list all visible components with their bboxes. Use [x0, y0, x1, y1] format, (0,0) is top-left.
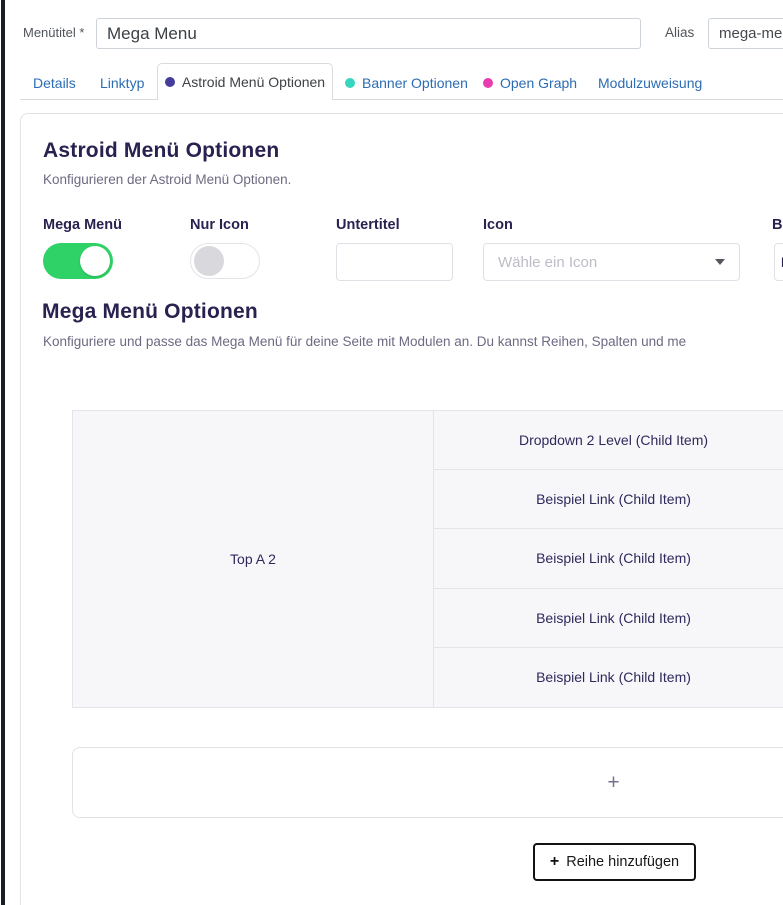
tab-open-graph[interactable]: Open Graph	[483, 75, 577, 91]
section-description-astroid-options: Konfigurieren der Astroid Menü Optionen.	[43, 172, 291, 187]
menu-title-input[interactable]	[96, 18, 641, 49]
tab-astroid-label: Astroid Menü Optionen	[182, 74, 325, 90]
section-title-astroid-options: Astroid Menü Optionen	[43, 139, 279, 163]
subtitle-field-label: Untertitel	[336, 217, 400, 233]
builder-child-item[interactable]: Beispiel Link (Child Item)	[434, 470, 783, 529]
mega-menu-toggle[interactable]	[43, 243, 113, 279]
icon-select[interactable]: Wähle ein Icon	[483, 243, 740, 281]
builder-child-item[interactable]: Beispiel Link (Child Item)	[434, 648, 783, 707]
builder-children-list: Dropdown 2 Level (Child Item) Beispiel L…	[434, 411, 783, 707]
toggle-knob	[194, 246, 224, 276]
builder-parent-label: Top A 2	[230, 551, 276, 567]
subtitle-input[interactable]	[336, 243, 453, 281]
builder-child-item[interactable]: Beispiel Link (Child Item)	[434, 589, 783, 648]
section-title-mega-menu-options: Mega Menü Optionen	[42, 300, 258, 324]
section-description-mega-menu-options: Konfiguriere und passe das Mega Menü für…	[43, 334, 686, 349]
tab-opengraph-label: Open Graph	[500, 75, 577, 91]
icon-only-toggle[interactable]	[190, 243, 260, 279]
badge-field-label: B	[772, 217, 782, 233]
mega-menu-builder-row: Top A 2 Dropdown 2 Level (Child Item) Be…	[72, 410, 783, 708]
builder-child-item[interactable]: Dropdown 2 Level (Child Item)	[434, 411, 783, 470]
tab-banner-label: Banner Optionen	[362, 75, 468, 91]
menu-item-edit-screen: Menütitel * Alias Details Linktyp Astroi…	[0, 0, 783, 905]
banner-tab-dot-icon	[345, 78, 355, 88]
chevron-down-icon	[715, 259, 725, 265]
tab-linktyp[interactable]: Linktyp	[100, 75, 144, 91]
toggle-knob	[80, 246, 110, 276]
tab-details[interactable]: Details	[33, 75, 76, 91]
add-column-dropzone[interactable]: +	[72, 747, 783, 818]
tab-astroid-menu-options[interactable]: Astroid Menü Optionen	[157, 63, 333, 100]
builder-parent-item[interactable]: Top A 2	[73, 411, 433, 707]
tab-banner-options[interactable]: Banner Optionen	[345, 75, 468, 91]
icon-only-toggle-label: Nur Icon	[190, 217, 249, 233]
add-row-button[interactable]: + Reihe hinzufügen	[533, 843, 696, 881]
tab-bar-divider	[20, 99, 783, 100]
plus-icon: +	[550, 853, 559, 871]
admin-sidebar-edge	[1, 0, 5, 905]
icon-select-placeholder: Wähle ein Icon	[484, 254, 715, 271]
add-row-button-label: Reihe hinzufügen	[566, 854, 679, 870]
mega-menu-toggle-label: Mega Menü	[43, 217, 122, 233]
astroid-tab-dot-icon	[165, 77, 175, 87]
menu-title-label: Menütitel *	[23, 25, 84, 40]
badge-select[interactable]: K	[774, 243, 783, 281]
plus-icon: +	[607, 771, 619, 795]
tab-modulzuweisung[interactable]: Modulzuweisung	[598, 75, 702, 91]
icon-field-label: Icon	[483, 217, 513, 233]
alias-input[interactable]	[708, 18, 783, 49]
alias-label: Alias	[665, 25, 694, 40]
opengraph-tab-dot-icon	[483, 78, 493, 88]
builder-child-item[interactable]: Beispiel Link (Child Item)	[434, 529, 783, 588]
